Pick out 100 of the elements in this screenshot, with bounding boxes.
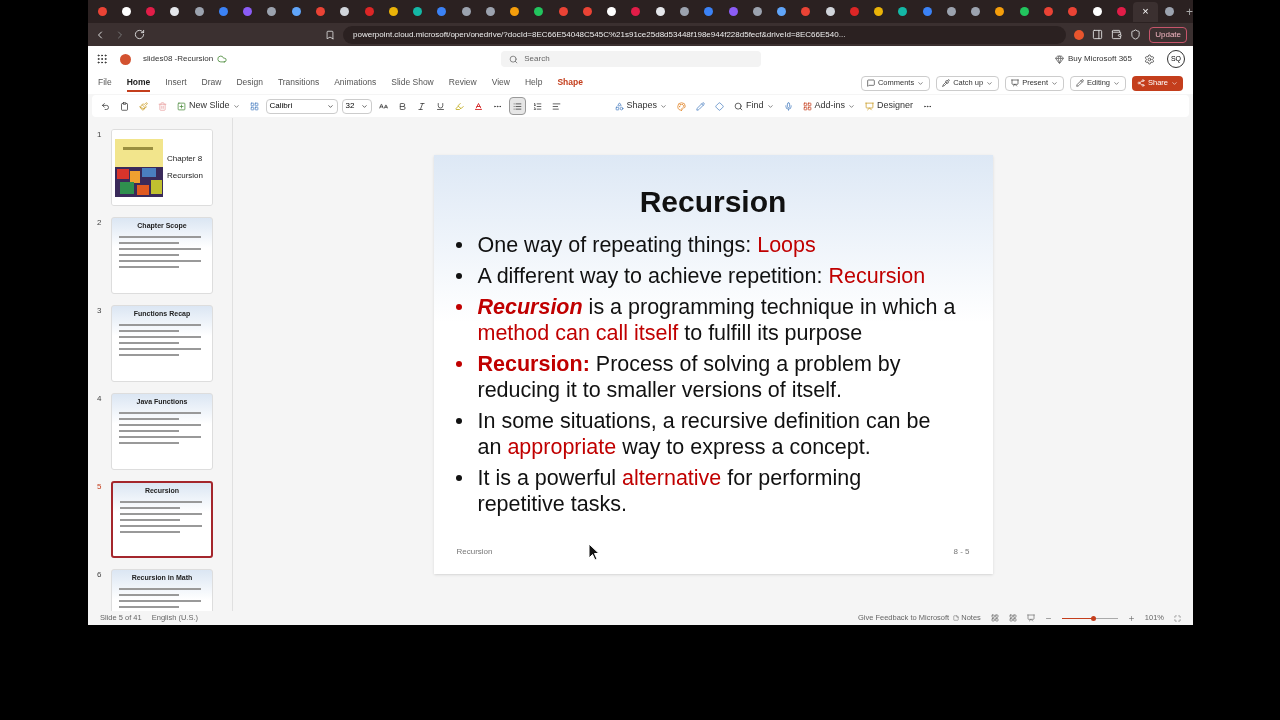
- diamond-icon: [1054, 54, 1064, 64]
- favicon-icon: [364, 7, 374, 16]
- zoom-thumb[interactable]: [1090, 615, 1096, 621]
- bullet-text: One way of repeating things: Loops: [477, 232, 816, 258]
- ribbon-tab[interactable]: Animations: [334, 74, 377, 92]
- favicon-icon: [388, 7, 398, 16]
- favicon-icon: [218, 7, 228, 16]
- favicon-icon: [461, 7, 471, 16]
- notes-icon: [953, 615, 960, 621]
- ribbon-tab[interactable]: Help: [524, 74, 543, 92]
- favicon-icon: [946, 7, 956, 16]
- font-size-field[interactable]: 32: [341, 98, 372, 114]
- new-slide-button[interactable]: New Slide: [174, 97, 243, 115]
- trash-icon: [158, 101, 167, 111]
- ribbon-tab[interactable]: File: [98, 74, 112, 92]
- bullet-text: Recursion is a programming technique in which a method can call itself to fulfill its purpose: [477, 294, 956, 346]
- action-icon: [942, 79, 951, 87]
- favicon-icon: [1019, 7, 1029, 16]
- favicon-icon: [1165, 7, 1175, 16]
- normal-view-icon: [990, 614, 999, 622]
- browser-tab[interactable]: ×: [1133, 1, 1158, 22]
- favicon-icon: [874, 7, 884, 16]
- bold-icon: [397, 101, 407, 111]
- sidebar-icon: [1092, 29, 1104, 40]
- add-ins-icon: [802, 101, 812, 111]
- thumbnail-title: Recursion: [167, 170, 203, 182]
- caret-icon: [917, 79, 925, 87]
- favicon-icon: [1068, 7, 1078, 16]
- layout-icon: [249, 101, 259, 111]
- favicon-icon: [922, 7, 932, 16]
- find-button[interactable]: Find: [731, 97, 777, 115]
- favicon-icon: [534, 7, 544, 16]
- buy-link[interactable]: Buy Microsoft 365: [1067, 53, 1132, 65]
- shapes-icon: [614, 101, 624, 111]
- slide-number: 3: [97, 305, 103, 317]
- ribbon-tab[interactable]: Home: [126, 74, 151, 92]
- pencil-icon: [696, 101, 706, 111]
- caret-icon: [326, 102, 334, 110]
- favicon-icon: [898, 7, 908, 16]
- ribbon-tab[interactable]: Slide Show: [391, 74, 434, 92]
- favicon-icon: [607, 7, 617, 16]
- slide-sorter-icon: [1008, 614, 1017, 622]
- undo-icon: [101, 101, 110, 111]
- new-tab-button[interactable]: +: [1185, 2, 1193, 21]
- ribbon-tab[interactable]: Review: [448, 74, 477, 92]
- favicon-icon: [655, 7, 665, 16]
- highlighter-icon: [454, 101, 464, 111]
- designer-button[interactable]: Designer: [862, 97, 917, 115]
- diamond-icon: [715, 101, 725, 111]
- favicon-icon: [267, 7, 277, 16]
- align-icon: [551, 101, 561, 111]
- settings-icon: [1144, 53, 1155, 65]
- powerpoint-logo-icon: [120, 53, 131, 65]
- italic-icon: [416, 101, 426, 111]
- slide-thumbnail[interactable]: Chapter 8 Recursion: [111, 129, 213, 206]
- update-button[interactable]: Update: [1149, 26, 1187, 43]
- favicon-icon: [801, 7, 811, 16]
- bullet-text: In some situations, a recursive definition can be an appropriate way to express a concept.: [477, 408, 931, 460]
- close-icon[interactable]: ×: [1142, 3, 1149, 20]
- favicon-icon: [291, 7, 301, 16]
- app-launcher-icon: [96, 53, 108, 65]
- numbered-list-icon: [532, 101, 542, 111]
- favicon-icon: [170, 7, 180, 16]
- caret-icon: [1113, 79, 1120, 87]
- caret-icon: [848, 102, 856, 110]
- favicon-icon: [243, 7, 253, 16]
- reload-icon: [134, 29, 145, 40]
- list-icon: [512, 101, 522, 111]
- bullets-button[interactable]: [508, 97, 526, 115]
- favicon-icon: [121, 7, 131, 16]
- ribbon-tab[interactable]: Transitions: [277, 74, 320, 92]
- favicon-icon: [558, 7, 568, 16]
- favicon-icon: [510, 7, 520, 16]
- favicon-icon: [582, 7, 592, 16]
- paintbrush-icon: [139, 101, 148, 111]
- search-field[interactable]: Search: [501, 51, 762, 67]
- slide-number: 8 - 5: [953, 546, 970, 558]
- ribbon-tab[interactable]: Shape: [557, 74, 583, 92]
- slide-number: 5: [97, 481, 103, 493]
- shapes-button[interactable]: Shapes: [611, 97, 671, 115]
- favicon-icon: [1044, 7, 1053, 16]
- ribbon-tab[interactable]: Draw: [201, 74, 222, 92]
- fit-icon: [1174, 614, 1181, 622]
- ribbon-tab[interactable]: View: [491, 74, 510, 92]
- url-field[interactable]: powerpoint.cloud.microsoft/open/onedrive/?docId=8EC66E54048C545C%21s91ce25d8d53448f198e944f228d5fecf&driveId=8EC66E540...: [343, 25, 1067, 44]
- bullet-text: A different way to achieve repetition: Recursion: [477, 263, 926, 289]
- ribbon-tab[interactable]: Insert: [165, 74, 187, 92]
- font-size-icon: [378, 101, 388, 111]
- caret-icon: [1171, 79, 1178, 87]
- favicon-icon: [728, 7, 738, 16]
- caret-icon: [766, 102, 774, 110]
- favicon-icon: [146, 7, 156, 16]
- file-name[interactable]: slides08 -Recursion: [143, 53, 214, 65]
- add-ins-button[interactable]: Add-ins: [799, 97, 859, 115]
- favicon-icon: [849, 7, 859, 16]
- font-field[interactable]: Calibri: [265, 98, 338, 114]
- ribbon-tab[interactable]: Design: [236, 74, 263, 92]
- favicon-icon: [825, 7, 835, 16]
- slide-number: 4: [97, 393, 103, 405]
- font-color-icon: [473, 101, 483, 111]
